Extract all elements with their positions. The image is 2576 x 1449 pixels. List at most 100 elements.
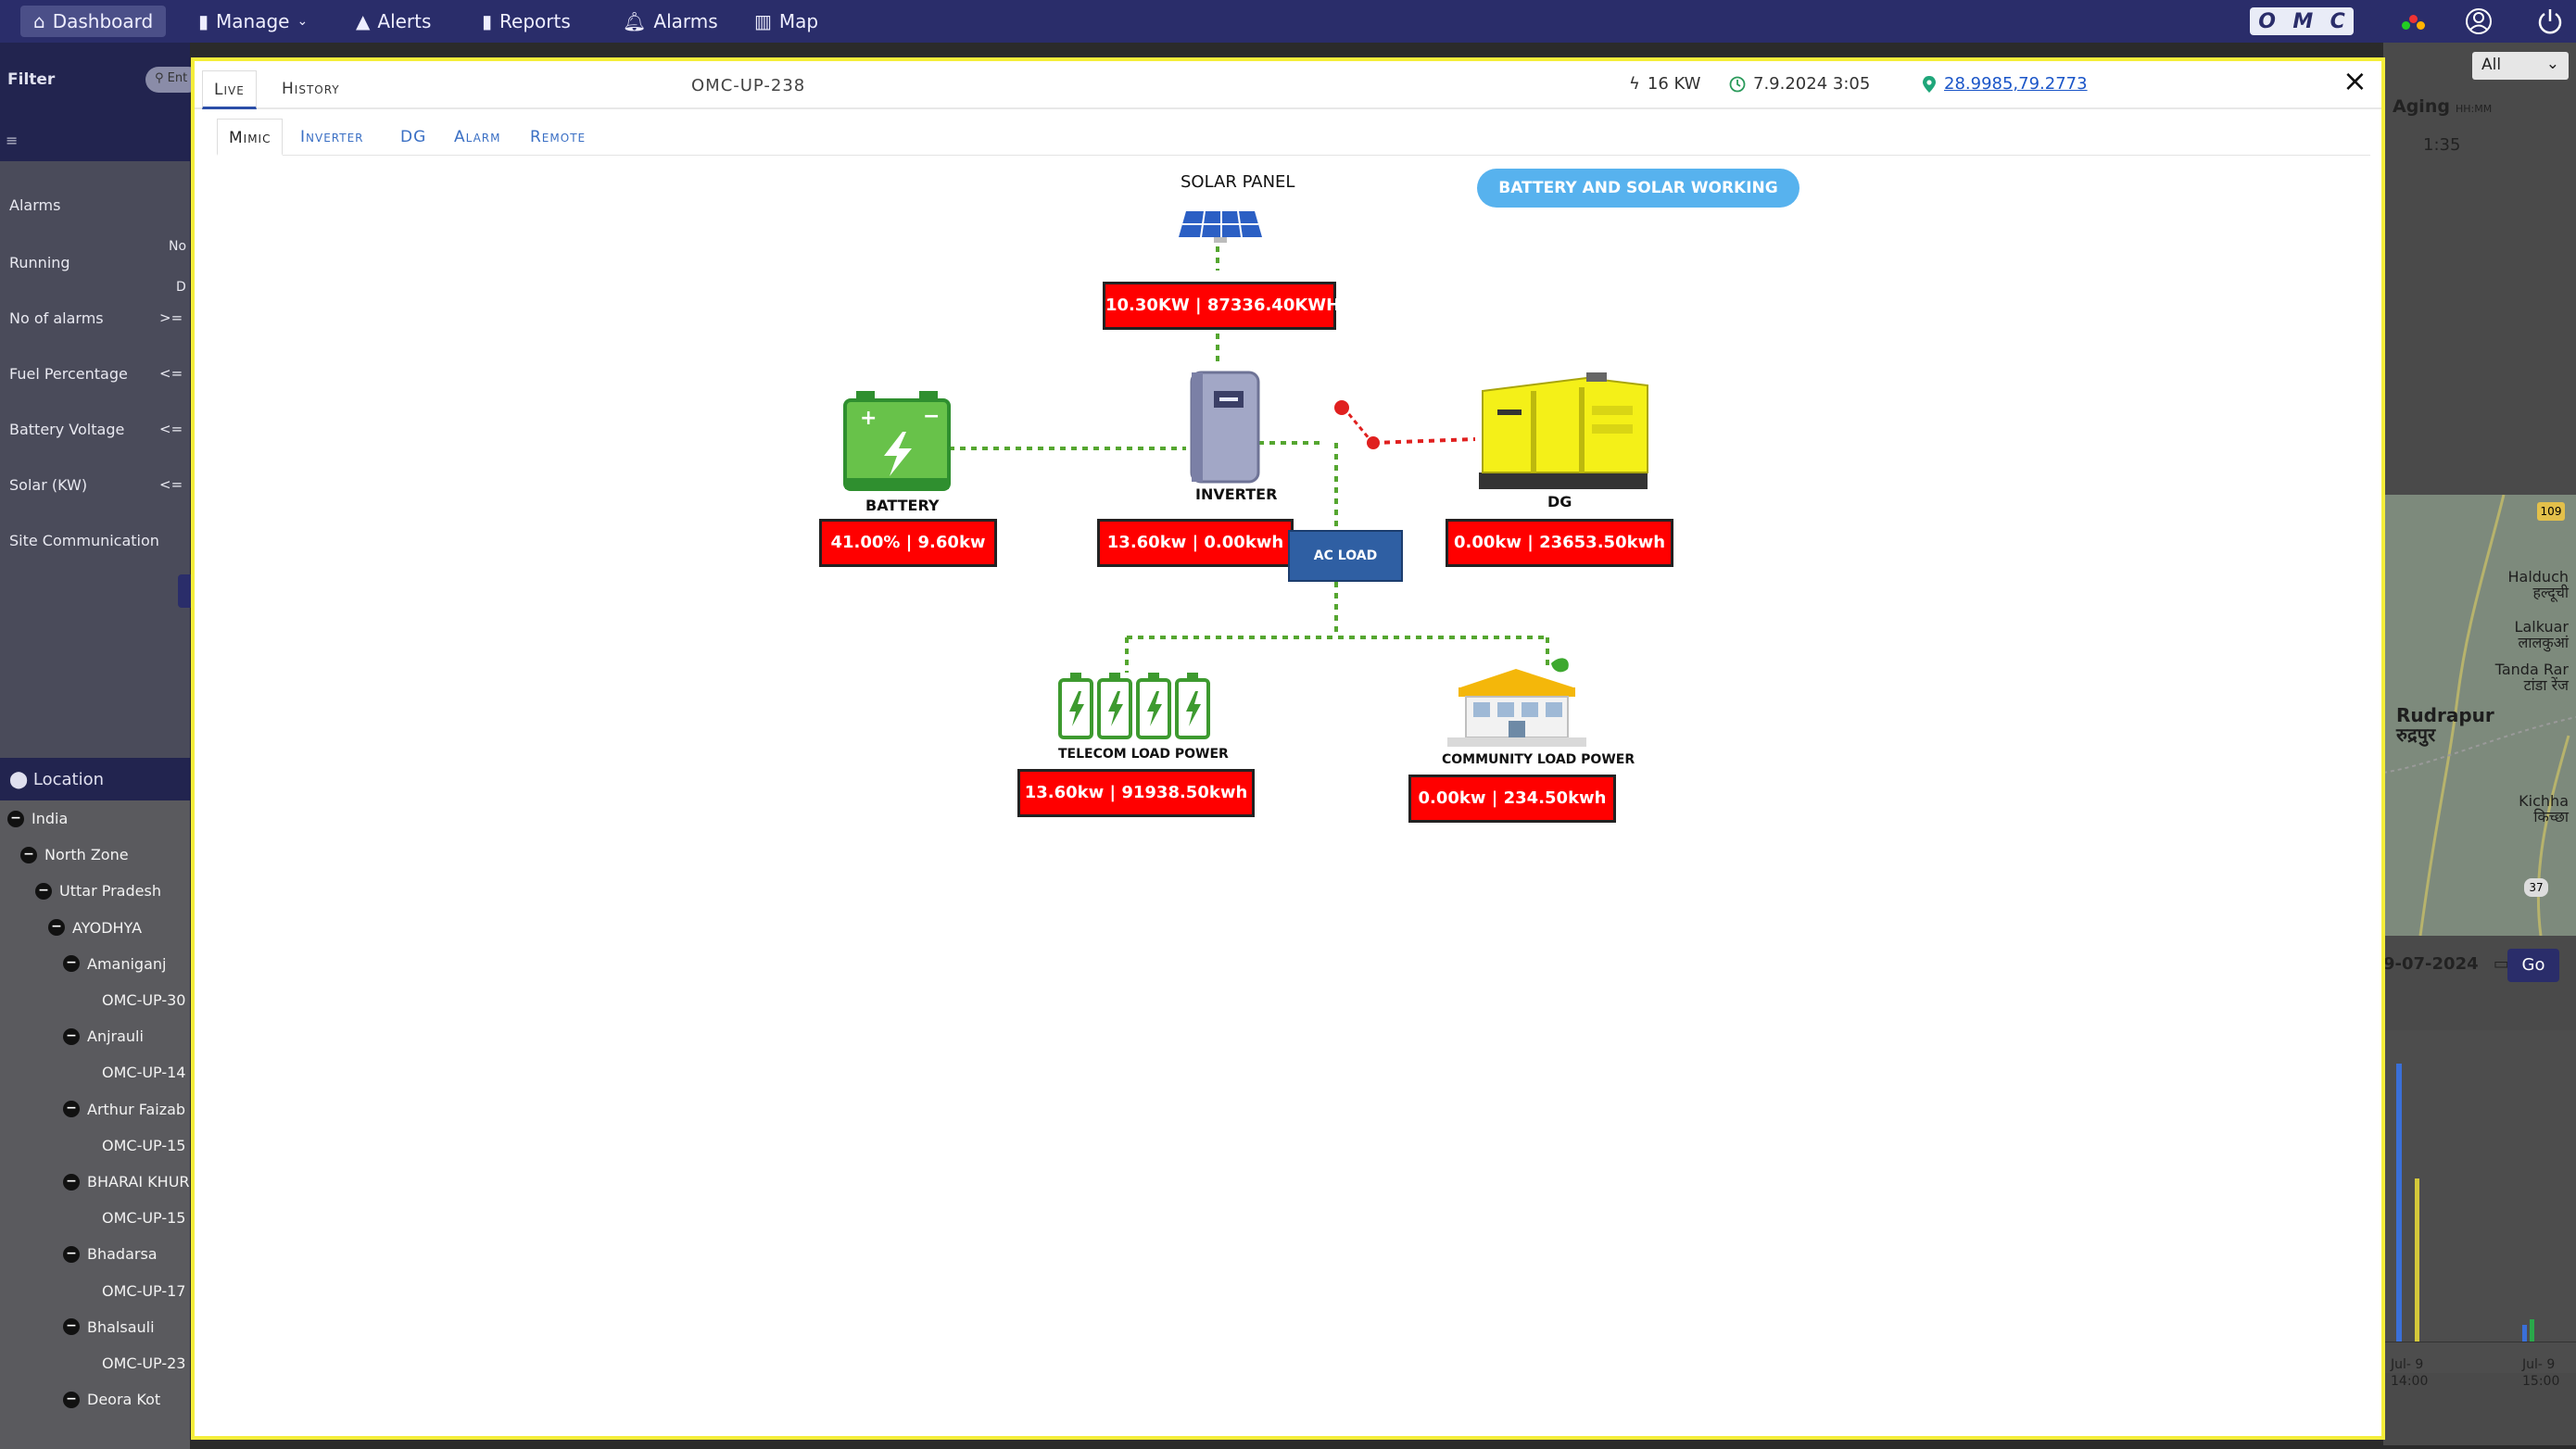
aging-value: 1:35	[2423, 135, 2461, 155]
filter-battery-voltage-label: Battery Voltage	[9, 421, 125, 438]
tree-node[interactable]: − Bhalsauli	[63, 1318, 155, 1336]
nav-alarms-label: Alarms	[653, 10, 718, 32]
collapse-icon[interactable]: −	[63, 955, 80, 973]
dg-value: 0.00kw | 23653.50kwh	[1446, 519, 1673, 567]
collapse-icon[interactable]: −	[63, 1318, 80, 1336]
nav-alarms[interactable]: 🔔︎ Alarms	[623, 0, 718, 43]
nav-dashboard[interactable]: ⌂ Dashboard	[20, 6, 167, 37]
tree-node[interactable]: OMC-UP-14	[102, 1064, 185, 1081]
connection-lines	[949, 235, 1549, 673]
filter-fuel-operator: <=	[159, 365, 183, 382]
tree-node[interactable]: OMC-UP-15	[102, 1137, 185, 1154]
columns-icon: ▮	[198, 10, 209, 32]
filter-body: Alarms Running No D No of alarms >= Fuel…	[0, 161, 191, 758]
map-label-halduchaur: Halduch हल्दूची	[2507, 568, 2569, 601]
chart-bar	[2415, 1178, 2419, 1342]
nav-alerts[interactable]: ▲ Alerts	[356, 0, 431, 43]
nav-reports[interactable]: ▮ Reports	[482, 0, 571, 43]
tree-node[interactable]: − Arthur Faizab	[63, 1101, 185, 1118]
filter-label: Filter	[7, 70, 56, 89]
tree-node-label: Uttar Pradesh	[59, 882, 161, 901]
go-button[interactable]: Go	[2507, 949, 2559, 982]
collapse-icon[interactable]: −	[63, 1391, 80, 1408]
generator-icon	[1479, 372, 1648, 489]
collapse-icon[interactable]: −	[35, 882, 52, 900]
nav-reports-label: Reports	[499, 10, 571, 32]
tree-node[interactable]: − India	[7, 810, 68, 827]
telecom-battery-bank-icon	[1058, 673, 1210, 739]
tree-node-label: OMC-UP-15	[102, 1136, 186, 1154]
tree-node[interactable]: − North Zone	[20, 846, 129, 863]
filter-solar-label: Solar (KW)	[9, 476, 88, 494]
warning-icon: ▲	[356, 10, 371, 32]
tree-node-label: OMC-UP-23	[102, 1354, 186, 1372]
collapse-icon[interactable]: −	[48, 919, 65, 937]
filter-battery-voltage-operator: <=	[159, 421, 183, 437]
filter-header: Filter ⚲ Ent	[0, 43, 201, 120]
nav-map[interactable]: ▥ Map	[754, 0, 818, 43]
working-mode-badge: BATTERY AND SOLAR WORKING MODE	[1477, 169, 1799, 236]
search-placeholder: Ent	[167, 71, 188, 85]
collapse-icon[interactable]: −	[63, 1173, 80, 1191]
user-icon[interactable]	[2465, 7, 2493, 35]
road-marker-icon: 37	[2524, 878, 2548, 897]
tree-node-label: AYODHYA	[72, 918, 143, 937]
filter-alarms-label: Alarms	[9, 196, 61, 214]
tree-node[interactable]: − BHARAI KHUR	[63, 1173, 190, 1191]
map-label-rudrapur: Rudrapur रुद्रपुर	[2396, 704, 2494, 746]
svg-text:−: −	[923, 405, 940, 428]
running-option-fragment[interactable]: No	[169, 239, 186, 254]
tree-node-label: OMC-UP-15	[102, 1209, 186, 1228]
map-label-kichha: Kichha किच्छा	[2519, 792, 2569, 825]
aging-label: Aging	[2393, 96, 2450, 117]
collapse-icon[interactable]: −	[63, 1245, 80, 1263]
telecom-load-label: TELECOM LOAD POWER	[1058, 747, 1229, 762]
tree-node-label: India	[32, 810, 69, 827]
tree-node[interactable]: − Bhadarsa	[63, 1245, 158, 1263]
community-load-label: COMMUNITY LOAD POWER	[1442, 752, 1635, 767]
location-pin-icon: ⬤	[9, 770, 29, 789]
solar-value: 10.30KW | 87336.40KWH	[1103, 282, 1340, 330]
collapse-icon[interactable]: −	[63, 1027, 80, 1045]
location-label: Location	[32, 770, 105, 789]
status-dots-icon	[2400, 15, 2428, 30]
filter-select[interactable]: All ⌄	[2472, 52, 2569, 80]
running-option-fragment[interactable]: D	[176, 280, 186, 295]
nav-manage-label: Manage	[216, 10, 290, 32]
solar-panel-icon	[1179, 210, 1262, 243]
filter-icon[interactable]: ≡	[6, 132, 18, 149]
axis-tick-label: Jul- 9 14:00	[2391, 1357, 2429, 1389]
filter-no-of-alarms-operator: >=	[159, 309, 183, 326]
tree-node-label: Bhadarsa	[87, 1245, 158, 1264]
tree-node[interactable]: − Uttar Pradesh	[35, 882, 161, 900]
ac-load-box: AC LOAD	[1288, 530, 1403, 582]
tree-node[interactable]: OMC-UP-17	[102, 1282, 185, 1300]
top-navigation: ⌂ Dashboard ▮ Manage ⌄ ▲ Alerts ▮ Report…	[0, 0, 2576, 43]
tree-node-label: OMC-UP-17	[102, 1281, 186, 1300]
tree-node[interactable]: OMC-UP-15	[102, 1209, 185, 1227]
svg-text:+: +	[860, 407, 877, 430]
tree-node[interactable]: OMC-UP-23	[102, 1354, 185, 1372]
power-icon[interactable]	[2535, 6, 2565, 36]
mimic-diagram: SOLAR PANEL 10.30KW | 87336.40KWH BATTER…	[195, 61, 2381, 1436]
nav-alerts-label: Alerts	[377, 10, 432, 32]
tree-node-label: Amaniganj	[87, 954, 167, 973]
solar-panel-label: SOLAR PANEL	[1181, 172, 1295, 192]
chart-bar	[2522, 1325, 2527, 1342]
apply-filter-button[interactable]	[178, 574, 191, 608]
collapse-icon[interactable]: −	[7, 810, 24, 827]
switch-contact-icon	[1367, 436, 1380, 449]
tree-node[interactable]: − AYODHYA	[48, 919, 142, 937]
collapse-icon[interactable]: −	[63, 1101, 80, 1118]
filter-select-value: All	[2481, 56, 2502, 74]
road-marker-icon: 109	[2537, 502, 2565, 521]
tree-node[interactable]: OMC-UP-30	[102, 991, 185, 1009]
site-map[interactable]: 109 Halduch हल्दूची Lalkuar लालकुआं Tanda …	[2383, 495, 2576, 936]
tree-node[interactable]: − Amaniganj	[63, 955, 166, 973]
tree-node[interactable]: − Anjrauli	[63, 1027, 144, 1045]
telecom-load-value: 13.60kw | 91938.50kwh	[1017, 769, 1255, 817]
date-field[interactable]: 9-07-2024 ▭	[2383, 954, 2509, 974]
collapse-icon[interactable]: −	[20, 846, 37, 863]
tree-node[interactable]: − Deora Kot	[63, 1391, 160, 1408]
nav-manage[interactable]: ▮ Manage ⌄	[198, 0, 308, 43]
